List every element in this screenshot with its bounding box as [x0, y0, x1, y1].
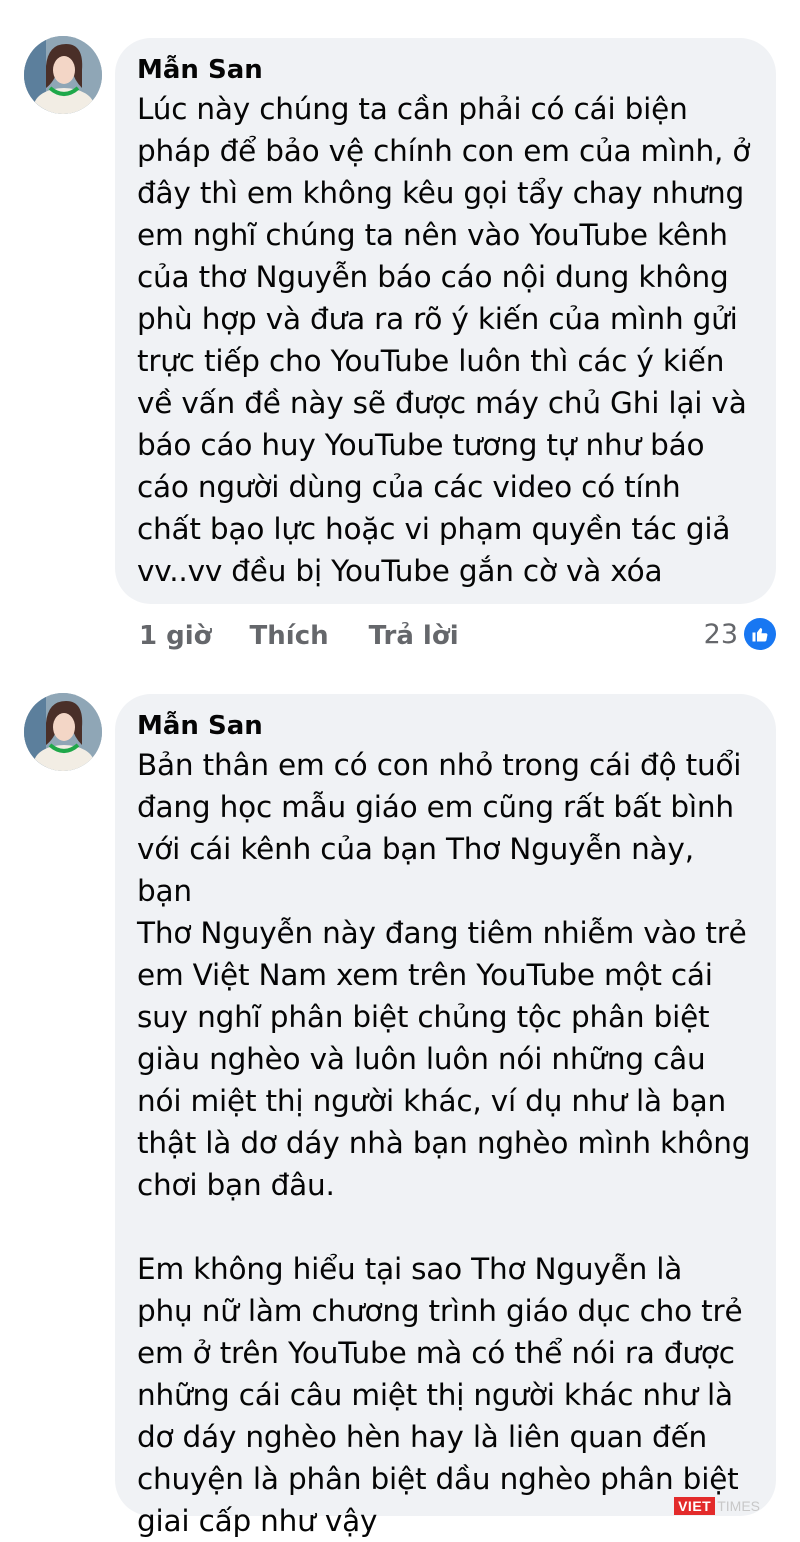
watermark-suffix: TIMES — [717, 1498, 760, 1514]
avatar-photo-icon — [24, 693, 102, 771]
comment-author[interactable]: Mẫn San — [137, 708, 752, 744]
reaction-summary[interactable]: 23 — [704, 614, 776, 654]
like-button[interactable]: Thích — [250, 621, 329, 651]
comment-time[interactable]: 1 giờ — [139, 621, 212, 651]
avatar[interactable] — [24, 693, 102, 771]
comment-actions: 1 giờ Thích Trả lời — [139, 616, 499, 656]
comment-text: Lúc này chúng ta cần phải có cái biện ph… — [137, 92, 751, 588]
reply-button[interactable]: Trả lời — [369, 621, 459, 651]
watermark-brand: VIET — [674, 1497, 716, 1515]
watermark-logo: VIET TIMES — [674, 1497, 760, 1515]
comment-bubble: Mẫn San Bản thân em có con nhỏ trong cái… — [115, 694, 776, 1538]
comment-author[interactable]: Mẫn San — [137, 52, 752, 88]
reaction-count: 23 — [703, 618, 738, 650]
avatar-photo-icon — [24, 36, 102, 114]
comment-text: Bản thân em có con nhỏ trong cái độ tuổi… — [137, 748, 751, 1538]
comment-bubble: Mẫn San Lúc này chúng ta cần phải có cái… — [115, 38, 776, 604]
avatar[interactable] — [24, 36, 102, 114]
like-icon — [744, 618, 776, 650]
